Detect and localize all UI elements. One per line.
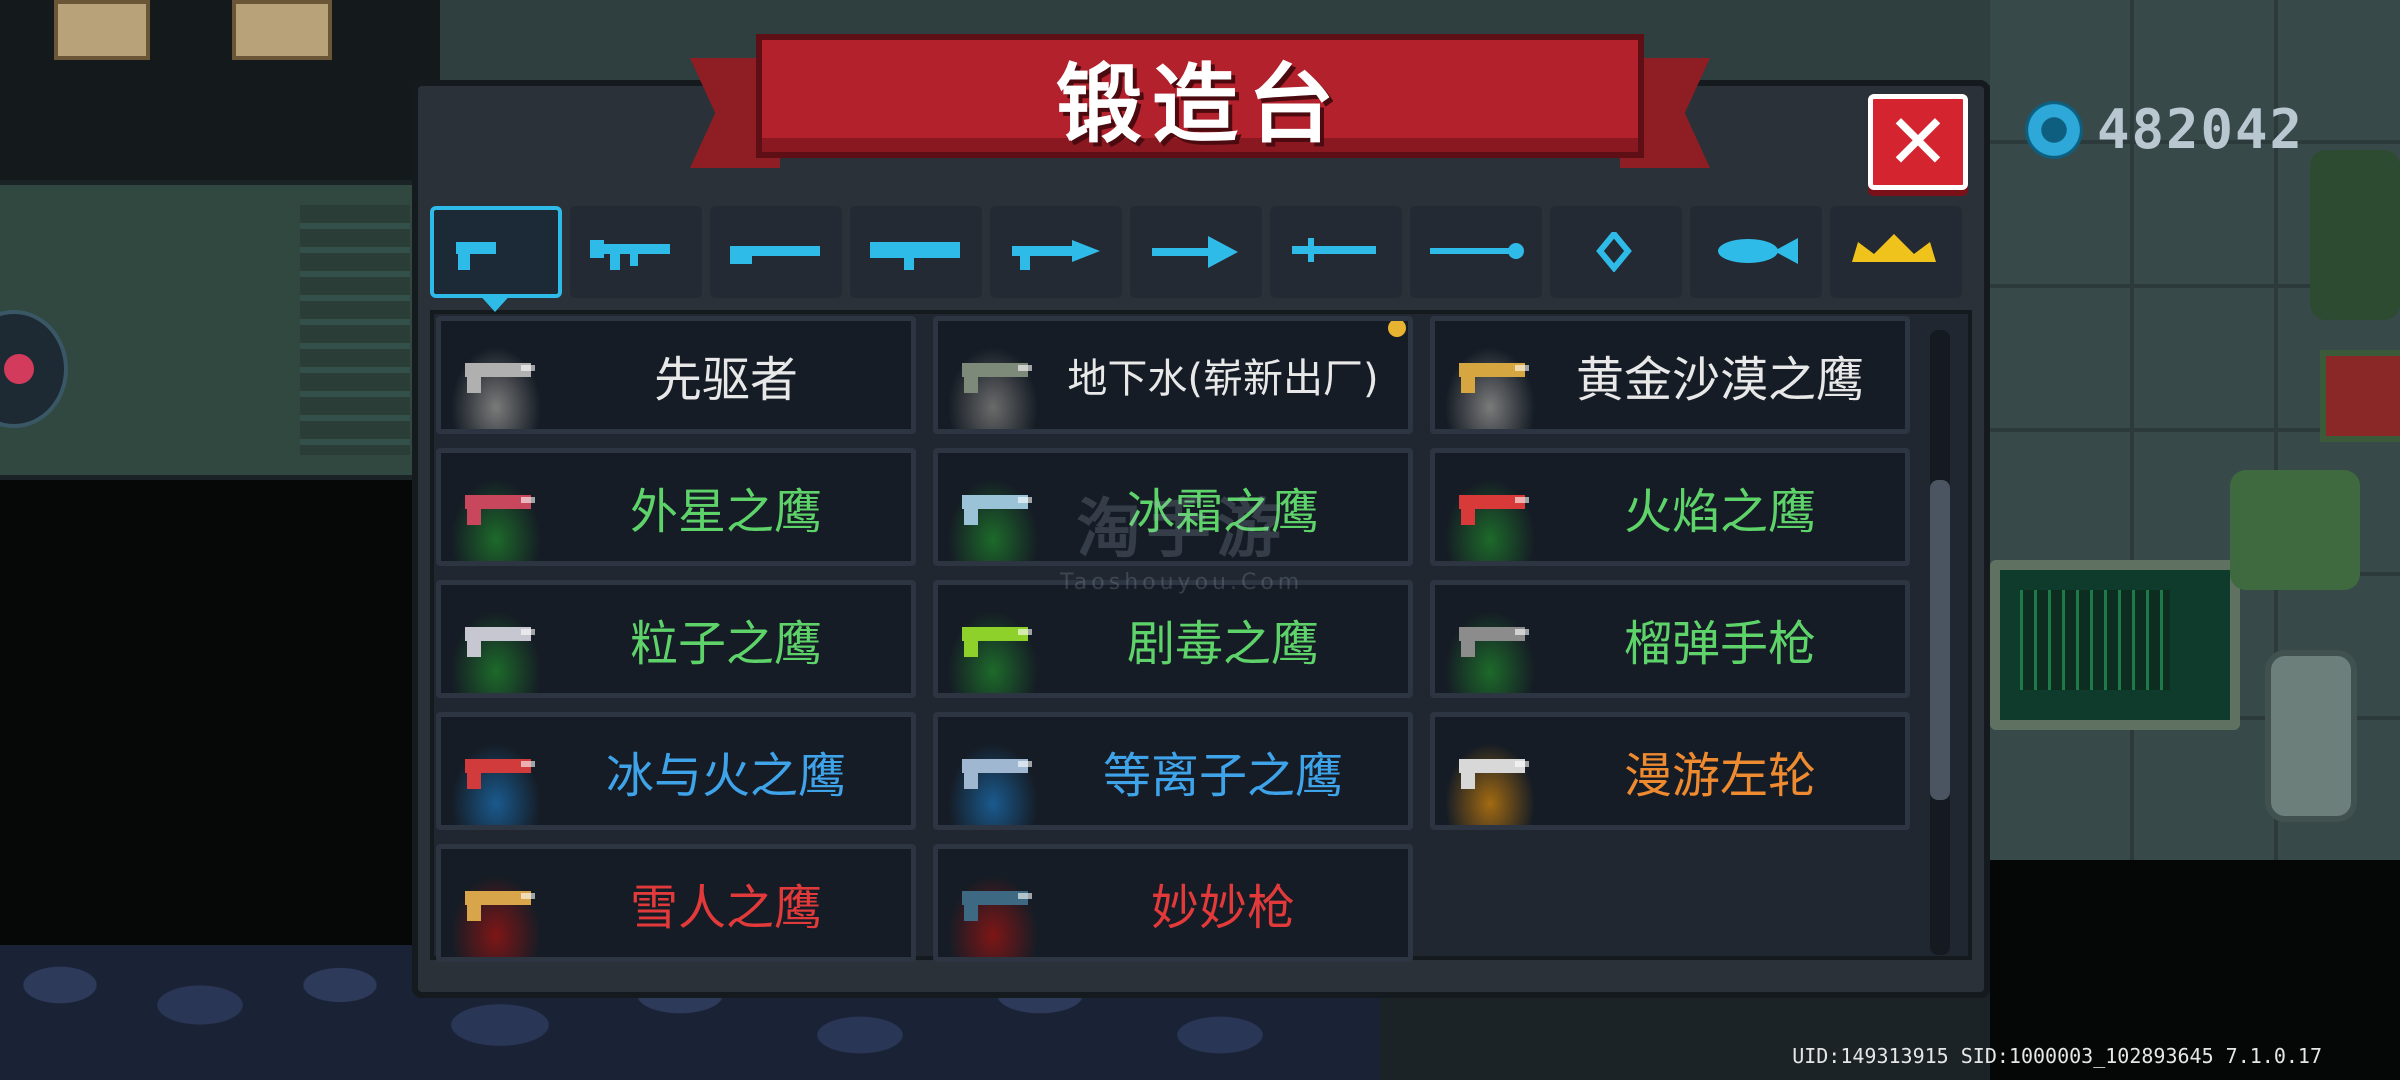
gas-tank xyxy=(2265,650,2357,822)
tab-shuriken[interactable] xyxy=(1550,206,1682,298)
weapon-name: 等离子之鹰 xyxy=(1102,748,1343,804)
weapon-category-tabs xyxy=(430,206,1970,312)
weapon-cell[interactable]: 雪人之鹰 xyxy=(436,844,916,962)
wall-notice-board xyxy=(232,0,332,60)
weapon-name: 黄金沙漠之鹰 xyxy=(1575,352,1864,408)
weapon-icon xyxy=(962,627,1032,657)
weapon-cell[interactable]: 黄金沙漠之鹰 xyxy=(1430,316,1910,434)
title-banner: 锻造台 xyxy=(756,34,1644,158)
weapon-name: 冰与火之鹰 xyxy=(605,748,846,804)
bow-icon xyxy=(1152,236,1238,268)
tab-laser-gun[interactable] xyxy=(990,206,1122,298)
computer-terminal[interactable] xyxy=(1990,560,2240,730)
weapon-cell[interactable]: 先驱者 xyxy=(436,316,916,434)
shotgun-icon xyxy=(730,246,820,264)
weapon-cell[interactable]: 火焰之鹰 xyxy=(1430,448,1910,566)
weapon-icon xyxy=(1459,363,1529,393)
tab-fish[interactable] xyxy=(1690,206,1822,298)
weapon-name: 雪人之鹰 xyxy=(629,880,822,936)
weapon-icon xyxy=(1459,627,1529,657)
weapon-cell[interactable]: 冰与火之鹰 xyxy=(436,712,916,830)
gem-coin-icon xyxy=(2025,100,2083,159)
crown-icon xyxy=(1852,234,1936,262)
weapon-icon xyxy=(962,891,1032,921)
tab-bow[interactable] xyxy=(1130,206,1262,298)
rocket-launcher-icon xyxy=(870,242,960,270)
weapon-cell[interactable]: 地下水(崭新出厂) xyxy=(933,316,1413,434)
weapon-cell[interactable]: 等离子之鹰 xyxy=(933,712,1413,830)
tab-crown[interactable] xyxy=(1830,206,1962,298)
pistol-icon xyxy=(456,242,496,270)
watermark-url: Taoshouyou.Com xyxy=(1060,570,1304,595)
weapon-cell[interactable]: 粒子之鹰 xyxy=(436,580,916,698)
weapon-name: 地下水(崭新出厂) xyxy=(1067,356,1379,402)
weapon-cell[interactable]: 外星之鹰 xyxy=(436,448,916,566)
currency-value: 482042 xyxy=(2097,98,2305,161)
weapon-icon xyxy=(1459,495,1529,525)
weapon-name: 妙妙枪 xyxy=(1150,880,1295,936)
weapon-icon xyxy=(1459,759,1529,789)
scrollbar-thumb[interactable] xyxy=(1930,480,1950,800)
weapon-icon xyxy=(465,363,535,393)
wall-certificate xyxy=(54,0,150,60)
uid-label: UID:149313915 SID:1000003_102893645 7.1.… xyxy=(1792,1044,2322,1068)
assault-rifle-icon xyxy=(590,240,670,270)
page-title: 锻造台 xyxy=(1056,54,1344,155)
close-button[interactable]: ✕ xyxy=(1868,94,1968,190)
tab-pistol[interactable] xyxy=(430,206,562,298)
weapon-name: 先驱者 xyxy=(653,352,798,408)
shuriken-icon xyxy=(1596,232,1632,272)
terminal-screen xyxy=(2020,590,2170,690)
laser-gun-icon xyxy=(1012,240,1100,270)
weapon-name: 剧毒之鹰 xyxy=(1126,616,1319,672)
background-void xyxy=(0,480,415,950)
robot-figure-shadow xyxy=(2310,150,2400,320)
weapon-icon xyxy=(465,627,535,657)
weapon-icon xyxy=(962,363,1032,393)
tab-staff[interactable] xyxy=(1410,206,1542,298)
weapon-cell[interactable]: 剧毒之鹰 xyxy=(933,580,1413,698)
tab-shotgun[interactable] xyxy=(710,206,842,298)
weapon-icon xyxy=(962,495,1032,525)
red-cylinder xyxy=(2320,350,2400,442)
weapon-cell[interactable]: 漫游左轮 xyxy=(1430,712,1910,830)
vent-grill xyxy=(300,205,410,455)
weapon-cell[interactable]: 榴弹手枪 xyxy=(1430,580,1910,698)
background-room xyxy=(0,185,415,475)
weapon-name: 外星之鹰 xyxy=(629,484,822,540)
close-icon: ✕ xyxy=(1886,97,1950,186)
watermark: 淘手游 Taoshouyou.Com xyxy=(1060,478,1303,595)
new-badge-icon xyxy=(1388,321,1406,337)
watermark-text: 淘手游 xyxy=(1076,493,1287,567)
robot-figure xyxy=(2230,470,2360,590)
weapon-name: 粒子之鹰 xyxy=(629,616,822,672)
tab-melee-blade[interactable] xyxy=(1270,206,1402,298)
weapon-name: 榴弹手枪 xyxy=(1623,616,1816,672)
weapon-icon xyxy=(962,759,1032,789)
weapon-cell[interactable]: 妙妙枪 xyxy=(933,844,1413,962)
fish-icon xyxy=(1718,238,1798,264)
weapon-name: 漫游左轮 xyxy=(1623,748,1816,804)
weapon-name: 火焰之鹰 xyxy=(1623,484,1816,540)
currency-display: 482042 xyxy=(2025,98,2304,161)
tab-assault-rifle[interactable] xyxy=(570,206,702,298)
weapon-icon xyxy=(465,495,535,525)
melee-blade-icon xyxy=(1292,238,1376,262)
staff-icon xyxy=(1430,243,1524,259)
weapon-icon xyxy=(465,759,535,789)
tab-rocket-launcher[interactable] xyxy=(850,206,982,298)
weapon-icon xyxy=(465,891,535,921)
